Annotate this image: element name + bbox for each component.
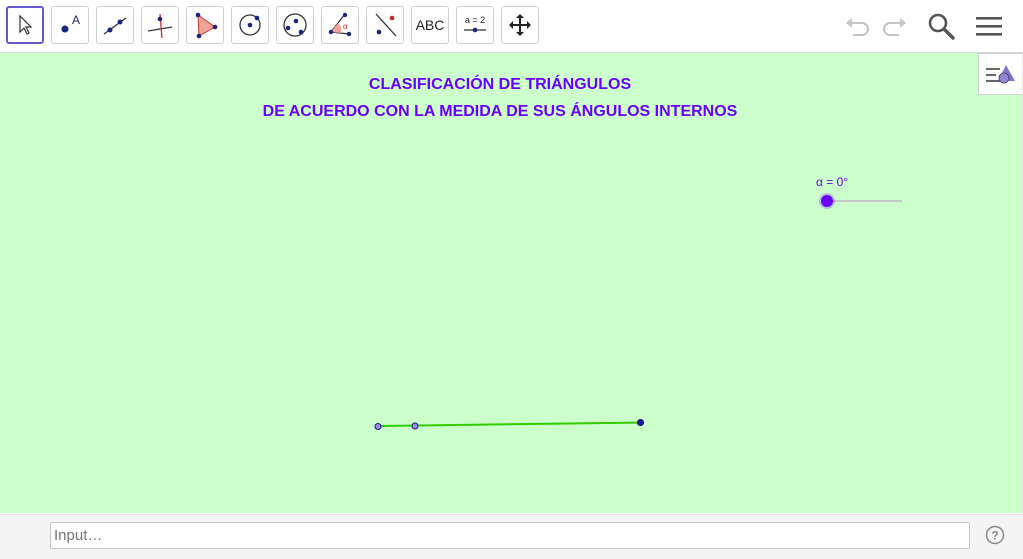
algebra-input-field[interactable]	[50, 522, 970, 549]
search-button[interactable]	[924, 9, 958, 43]
point-left[interactable]	[374, 423, 382, 430]
redo-icon	[883, 18, 906, 36]
slider-icon: a = 2	[464, 15, 486, 33]
text-tool-label: ABC	[415, 17, 445, 33]
style-bar-toggle-button[interactable]	[978, 53, 1022, 95]
angle-tool-button[interactable]: α	[321, 6, 359, 44]
hamburger-menu-icon	[976, 17, 1002, 36]
graphics-view[interactable]: CLASIFICACIÓN DE TRIÁNGULOS DE ACUERDO C…	[0, 53, 1023, 513]
perpendicular-line-tool-button[interactable]	[141, 6, 179, 44]
main-menu-button[interactable]	[972, 9, 1006, 43]
reflect-about-line-icon	[375, 13, 397, 37]
toolbar: A α ABC a = 2	[0, 0, 1023, 53]
circle-center-point-tool-button[interactable]	[231, 6, 269, 44]
graphics-style-bar-icon	[985, 65, 1015, 84]
algebra-input-bar: ?	[0, 514, 1023, 559]
undo-icon	[846, 18, 869, 36]
alpha-slider-track[interactable]	[827, 200, 902, 202]
text-tool-button[interactable]: ABC	[411, 6, 449, 44]
polygon-icon	[195, 12, 218, 39]
angle-icon: α	[328, 12, 352, 37]
move-arrows-icon	[509, 14, 531, 36]
svg-text:?: ?	[991, 529, 998, 543]
redo-button[interactable]	[877, 9, 911, 43]
point-icon: A	[61, 13, 80, 33]
svg-text:α: α	[343, 22, 348, 31]
polygon-tool-button[interactable]	[186, 6, 224, 44]
line-icon	[103, 17, 127, 35]
undo-button[interactable]	[841, 9, 875, 43]
point-middle[interactable]	[411, 422, 419, 430]
search-icon	[928, 13, 955, 40]
perpendicular-line-icon	[147, 13, 173, 39]
point-tool-label: A	[72, 13, 80, 27]
move-graphics-view-tool-button[interactable]	[501, 6, 539, 44]
circle-center-icon	[239, 14, 261, 36]
line-tool-button[interactable]	[96, 6, 134, 44]
point-tool-button[interactable]: A	[51, 6, 89, 44]
circle-three-points-icon	[283, 13, 307, 37]
move-tool-button[interactable]	[6, 6, 44, 44]
point-right[interactable]	[637, 419, 644, 426]
slider-tool-button[interactable]: a = 2	[456, 6, 494, 44]
reflect-tool-button[interactable]	[366, 6, 404, 44]
circle-three-points-tool-button[interactable]	[276, 6, 314, 44]
construction-layer	[374, 419, 644, 430]
alpha-slider-label: α = 0°	[816, 175, 849, 189]
alpha-slider-knob[interactable]	[821, 195, 833, 207]
cursor-arrow-icon	[19, 14, 33, 35]
help-icon[interactable]: ?	[985, 525, 1005, 545]
slider-tool-label: a = 2	[465, 15, 485, 25]
